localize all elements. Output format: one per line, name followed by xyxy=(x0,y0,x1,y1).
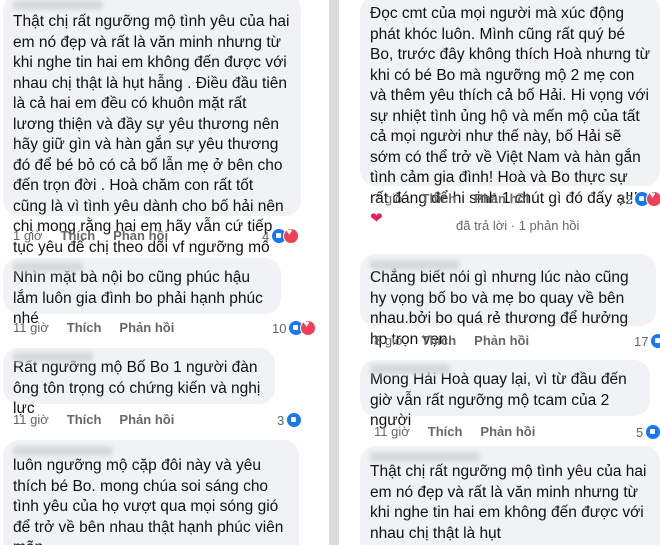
comment-bubble: luôn ngưỡng mộ cặp đôi này và yêu thích … xyxy=(3,440,299,545)
reaction-count: 17 xyxy=(634,333,649,349)
like-reaction-icon xyxy=(645,424,660,440)
comment-actions: 11 giờ Thích Phản hồi xyxy=(374,424,535,439)
like-link[interactable]: Thích xyxy=(428,424,463,439)
blurred-author-name xyxy=(13,352,93,362)
reaction-count: 4 xyxy=(262,228,270,244)
comment-bubble: Mong Hải Hoà quay lại, vì từ đầu đến giờ… xyxy=(360,360,650,429)
blurred-author-name xyxy=(13,0,103,10)
comment-text: Mong Hải Hoà quay lại, vì từ đầu đến giờ… xyxy=(370,371,627,429)
blurred-author-name xyxy=(370,260,460,270)
reaction-summary[interactable]: 10 xyxy=(272,319,317,336)
reaction-summary[interactable]: 4 xyxy=(262,227,300,244)
comment-time: 11 giờ xyxy=(13,412,49,427)
like-reaction-icon xyxy=(286,412,303,428)
comment-text: Rất ngưỡng mộ Bố Bo 1 người đàn ông tôn … xyxy=(13,359,261,417)
comment-actions: 8 giờ Thích Phản hồi xyxy=(374,333,529,348)
blurred-author-name xyxy=(13,446,113,456)
reply-link[interactable]: Phản hồi xyxy=(474,191,529,206)
like-link[interactable]: Thích xyxy=(422,191,457,206)
like-link[interactable]: Thích xyxy=(67,320,102,335)
reply-link[interactable]: Phản hồi xyxy=(474,333,529,348)
blurred-author-name xyxy=(370,364,450,374)
reaction-summary[interactable]: 17 xyxy=(634,333,660,349)
comment-time: 11 giờ xyxy=(374,424,410,439)
reply-link[interactable]: Phản hồi xyxy=(113,228,168,243)
comment-text: Thật chị rất ngưỡng mộ tình yêu của hai … xyxy=(370,463,647,542)
comment-actions: 11 giờ Thích Phản hồi xyxy=(13,320,174,335)
reply-link[interactable]: Phản hồi xyxy=(119,320,174,335)
reaction-count: 10 xyxy=(272,320,287,336)
comment-bubble: Rất ngưỡng mộ Bố Bo 1 người đàn ông tôn … xyxy=(3,348,275,417)
blurred-author-name xyxy=(13,262,83,272)
comment-time: 7 giờ xyxy=(374,191,404,206)
comment-bubble: Chẳng biết nói gì nhưng lúc nào cũng hy … xyxy=(360,254,656,348)
like-reaction-icon xyxy=(650,333,660,349)
reaction-count: 32 xyxy=(618,191,633,207)
comment-time: 8 giờ xyxy=(374,333,404,348)
comment-time: 1 giờ xyxy=(13,228,43,243)
reply-link[interactable]: Phản hồi xyxy=(480,424,535,439)
comment-actions: 1 giờ Thích Phản hồi xyxy=(13,228,168,243)
like-link[interactable]: Thích xyxy=(67,412,102,427)
reaction-summary[interactable]: 32 xyxy=(618,190,660,207)
comment-bubble: Nhìn mặt bà nội bo cũng phúc hậu lắm luô… xyxy=(3,258,281,327)
reaction-count: 3 xyxy=(277,412,285,428)
comment-text: luôn ngưỡng mộ cặp đôi này và yêu thích … xyxy=(13,457,284,545)
like-link[interactable]: Thích xyxy=(61,228,96,243)
reaction-summary[interactable]: 5 xyxy=(636,424,660,440)
comment-text-content: Đọc cmt của mọi người mà xúc động phát k… xyxy=(370,5,650,207)
left-comment-column: Thật chị rất ngưỡng mộ tình yêu của hai … xyxy=(0,0,328,545)
love-reaction-icon xyxy=(300,319,317,336)
right-comment-column: Đọc cmt của mọi người mà xúc động phát k… xyxy=(340,0,660,545)
comment-actions: 11 giờ Thích Phản hồi xyxy=(13,412,174,427)
heart-emoji-icon: ❤ xyxy=(370,210,383,227)
reply-link[interactable]: Phản hồi xyxy=(119,412,174,427)
comment-bubble: Thật chị rất ngưỡng mộ tình yêu của hai … xyxy=(360,446,660,545)
comment-bubble: Thật chị rất ngưỡng mộ tình yêu của hai … xyxy=(3,0,301,276)
comment-time: 11 giờ xyxy=(13,320,49,335)
reaction-count: 5 xyxy=(636,424,644,440)
comment-bubble: Đọc cmt của mọi người mà xúc động phát k… xyxy=(360,0,660,227)
blurred-author-name xyxy=(370,452,480,462)
love-reaction-icon xyxy=(646,190,660,207)
comment-actions: 7 giờ Thích Phản hồi xyxy=(374,191,529,206)
like-link[interactable]: Thích xyxy=(422,333,457,348)
replies-label: đã trả lời · 1 phản hồi xyxy=(456,218,580,233)
column-divider xyxy=(329,0,339,545)
love-reaction-icon xyxy=(283,227,300,244)
view-replies-link[interactable]: đã trả lời · 1 phản hồi xyxy=(456,218,579,233)
reaction-summary[interactable]: 3 xyxy=(277,412,303,428)
